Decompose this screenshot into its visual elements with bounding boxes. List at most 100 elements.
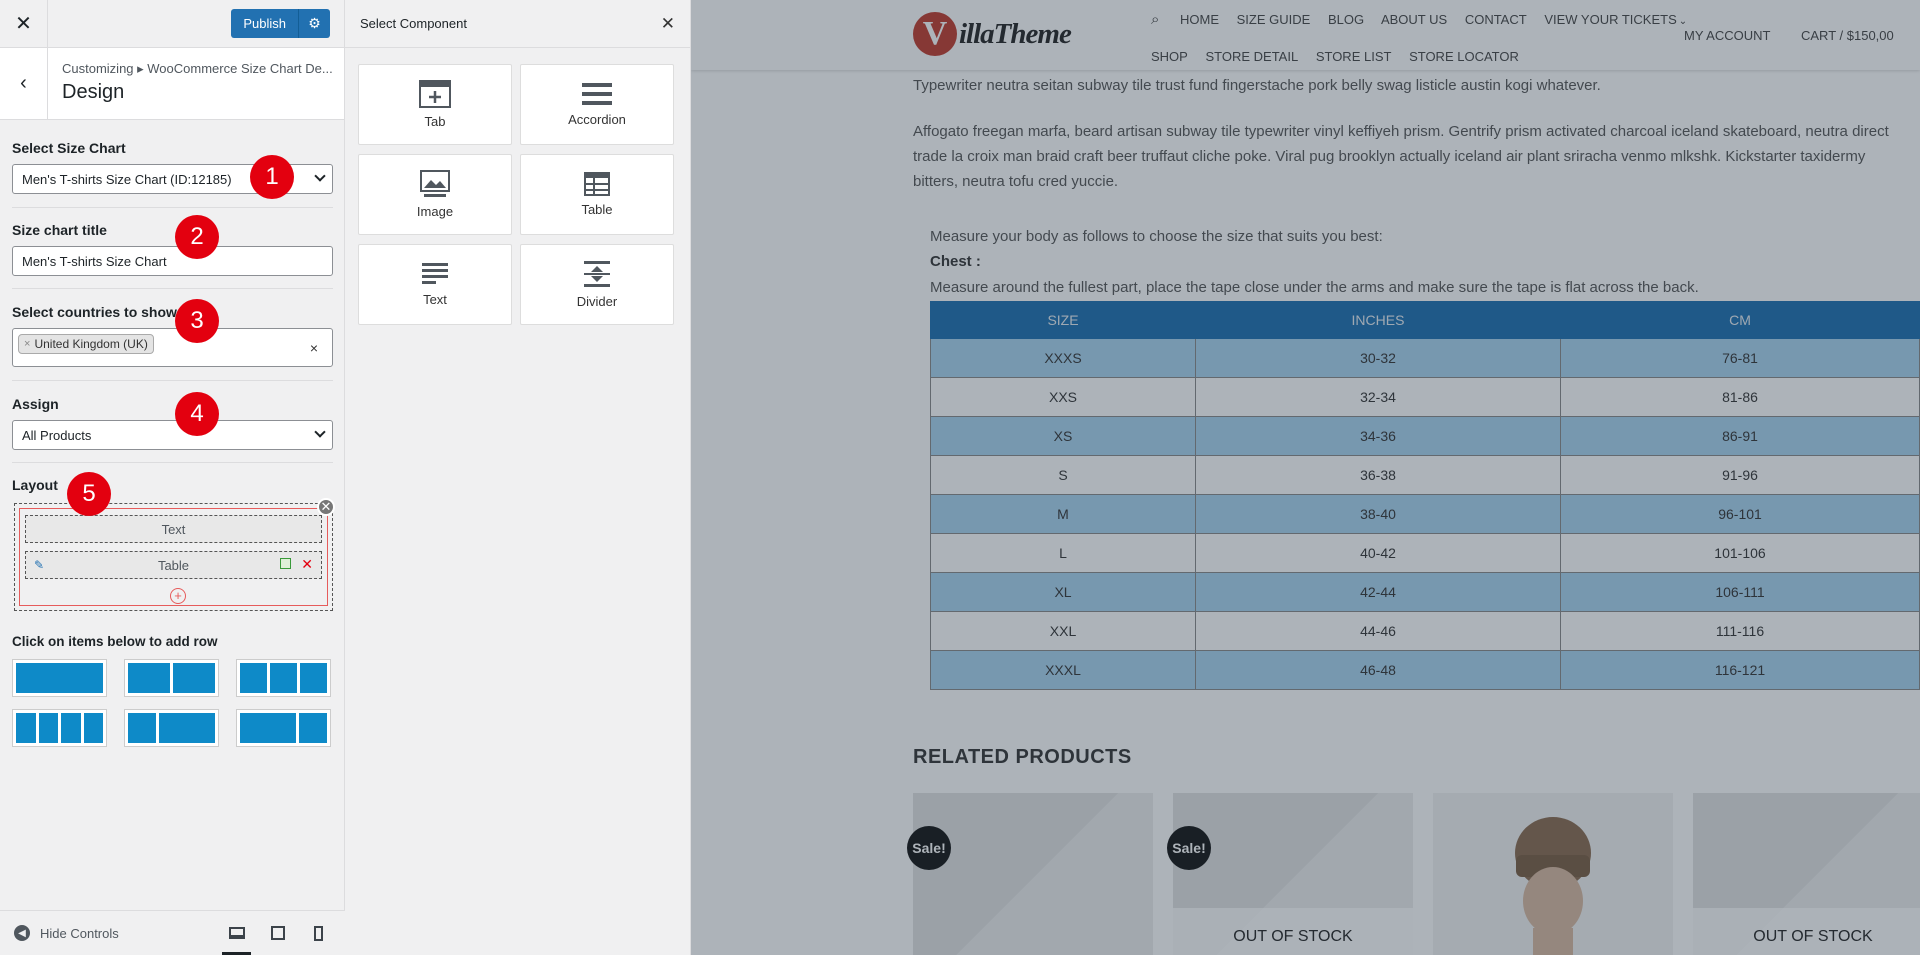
nav-store-detail[interactable]: STORE DETAIL [1205,49,1298,64]
table-cell: M [930,494,1196,534]
row-template-4-col[interactable] [12,709,107,747]
countries-label: Select countries to show [12,304,177,320]
countries-multiselect[interactable]: × United Kingdom (UK) × [12,328,333,367]
country-tag: × United Kingdom (UK) [18,334,154,354]
nav-about-us[interactable]: ABOUT US [1381,12,1447,27]
table-cell: 81-86 [1560,377,1920,417]
table-cell: 36-38 [1195,455,1561,495]
row-template-1-2-col[interactable] [124,709,219,747]
layout-row-label: Table [157,557,190,573]
clear-selection-icon[interactable]: × [310,340,318,356]
row-template-2-col[interactable] [124,659,219,697]
table-cell: XXS [930,377,1196,417]
publish-button[interactable]: Publish [231,9,298,38]
component-label: Tab [424,114,446,129]
table-cell: XXL [930,611,1196,651]
sale-badge: Sale! [907,826,951,870]
layout-row-label: Text [161,521,186,537]
nav-contact[interactable]: CONTACT [1465,12,1527,27]
table-cell: 34-36 [1195,416,1561,456]
component-accordion[interactable]: Accordion [520,64,674,145]
size-chart-title-label: Size chart title [12,222,107,238]
component-table[interactable]: Table [520,154,674,235]
cart-link[interactable]: CART / $150,00 [1801,28,1894,43]
logo-text: illaTheme [959,17,1072,50]
hide-controls-button[interactable]: ◀ Hide Controls [0,925,119,941]
header-cm: CM [1560,301,1920,339]
component-tab[interactable]: Tab [358,64,512,145]
table-cell: 106-111 [1560,572,1920,612]
size-chart-select-value: Men's T-shirts Size Chart (ID:12185) [22,171,232,187]
product-card[interactable] [913,793,1153,955]
tab-icon [419,80,451,108]
remove-tag-icon[interactable]: × [24,338,30,350]
beanie-product-image [1515,817,1591,955]
size-chart-table: SIZE INCHES CM XXXS 30-32 76-81 XXS 32-34 81-… [930,301,1920,690]
step-badge-3: 3 [175,299,219,343]
table-cell: 101-106 [1560,533,1920,573]
chevron-down-icon [314,170,326,182]
villatheme-logo[interactable]: V illaTheme [913,12,1072,56]
duplicate-icon[interactable] [280,558,291,569]
search-icon[interactable]: ⌕ [1151,11,1159,28]
out-of-stock-label: OUT OF STOCK [1173,908,1413,955]
table-cell: 44-46 [1195,611,1561,651]
edit-pencil-icon[interactable]: ✎ [34,558,44,572]
chevron-down-icon: ⌄ [1678,16,1688,27]
product-card[interactable]: OUT OF STOCK [1173,793,1413,955]
nav-blog[interactable]: BLOG [1328,12,1364,27]
desktop-preview-button[interactable] [216,911,257,955]
table-cell: 76-81 [1560,338,1920,378]
site-header: V illaTheme ⌕ HOME SIZE GUIDE BLOG ABOUT… [691,0,1920,70]
nav-store-locator[interactable]: STORE LOCATOR [1409,49,1519,64]
paragraph: Typewriter neutra seitan subway tile tru… [913,77,1601,94]
component-image[interactable]: Image [358,154,512,235]
layout-builder: Text ✎ Table ✕ + [14,503,333,611]
table-row: XS 34-36 86-91 [930,416,1920,456]
table-row: L 40-42 101-106 [930,533,1920,573]
component-label: Table [581,202,613,217]
table-cell: XL [930,572,1196,612]
close-customizer-button[interactable]: ✕ [0,0,48,48]
remove-layout-icon[interactable]: ✕ [317,498,335,516]
component-divider[interactable]: Divider [520,244,674,325]
table-cell: 96-101 [1560,494,1920,534]
step-badge-4: 4 [175,392,219,436]
nav-home[interactable]: HOME [1180,12,1219,27]
table-cell: 111-116 [1560,611,1920,651]
mobile-preview-button[interactable] [298,911,339,955]
sale-badge: Sale! [1167,826,1211,870]
tablet-preview-button[interactable] [257,911,298,955]
nav-store-list[interactable]: STORE LIST [1316,49,1392,64]
close-panel-icon[interactable]: ✕ [661,14,675,34]
component-label: Accordion [568,112,626,127]
add-element-icon[interactable]: + [170,588,186,604]
table-cell: 32-34 [1195,377,1561,417]
delete-icon[interactable]: ✕ [301,556,313,573]
text-icon [422,263,448,284]
table-row: S 36-38 91-96 [930,455,1920,495]
back-button[interactable]: ‹ [0,48,48,119]
measure-intro: Measure your body as follows to choose t… [930,228,1383,245]
product-card[interactable]: OUT OF STOCK [1693,793,1920,955]
layout-row-table[interactable]: ✎ Table ✕ [25,551,322,579]
row-template-3-col[interactable] [236,659,331,697]
nav-view-tickets[interactable]: VIEW YOUR TICKETS [1544,12,1676,27]
row-template-2-1-col[interactable] [236,709,331,747]
nav-shop[interactable]: SHOP [1151,49,1188,64]
header-inches: INCHES [1195,301,1561,339]
size-chart-title-input[interactable]: Men's T-shirts Size Chart [12,246,333,276]
product-card[interactable] [1433,793,1673,955]
my-account-link[interactable]: MY ACCOUNT [1684,28,1770,43]
assign-select[interactable]: All Products [12,420,333,450]
out-of-stock-label: OUT OF STOCK [1693,908,1920,955]
related-products-heading: RELATED PRODUCTS [913,746,1132,768]
component-text[interactable]: Text [358,244,512,325]
layout-row-text[interactable]: Text [25,515,322,543]
publish-settings-gear-icon[interactable]: ⚙ [298,9,330,38]
row-template-1-col[interactable] [12,659,107,697]
nav-size-guide[interactable]: SIZE GUIDE [1237,12,1311,27]
country-tag-label: United Kingdom (UK) [34,337,148,351]
publish-group: Publish ⚙ [231,9,330,38]
paragraph: Affogato freegan marfa, beard artisan su… [913,123,1889,190]
